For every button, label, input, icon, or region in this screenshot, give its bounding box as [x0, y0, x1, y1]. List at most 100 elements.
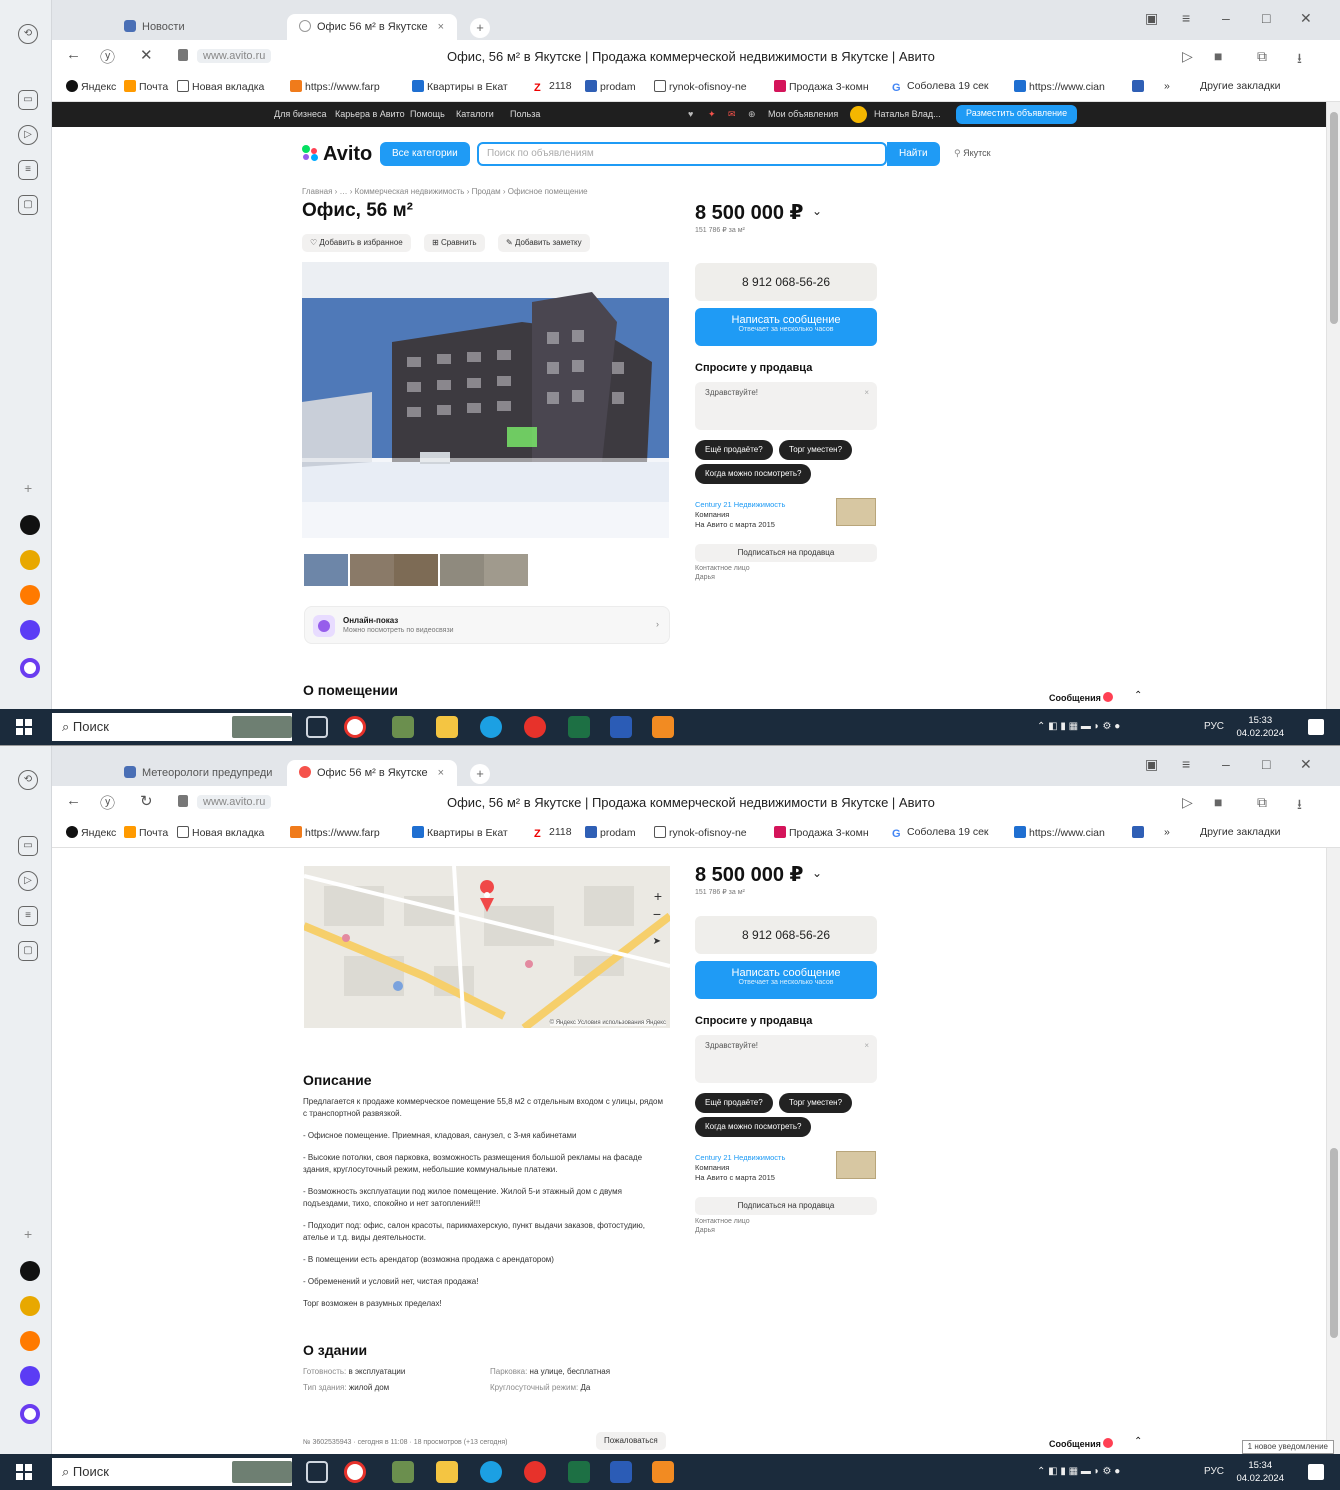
messages-icon[interactable]: ✉ — [728, 109, 736, 120]
bookmarks-panel-icon[interactable]: ▣ — [1145, 756, 1158, 773]
notifications-icon[interactable]: ✦ — [708, 109, 716, 120]
add-panel-icon[interactable]: + — [24, 480, 32, 496]
url-domain[interactable]: www.avito.ru — [197, 49, 272, 63]
bookmarks-more[interactable]: » — [1164, 826, 1170, 838]
collections-icon[interactable]: ▭ — [18, 90, 38, 110]
link-help[interactable]: Помощь — [410, 109, 445, 119]
thumbnail[interactable] — [304, 554, 348, 586]
maximize-icon[interactable]: □ — [1262, 756, 1270, 772]
minimize-icon[interactable]: – — [1222, 756, 1230, 772]
app-orange-icon[interactable] — [20, 585, 40, 605]
post-ad-button[interactable]: Разместить объявление — [956, 105, 1078, 124]
notification-center-icon[interactable] — [1308, 1464, 1324, 1480]
ask-seller-input[interactable]: Здравствуйте! × — [695, 1035, 877, 1083]
thumbnail[interactable] — [350, 554, 394, 586]
messages-widget[interactable]: Сообщения — [1049, 692, 1114, 703]
bookmark-item[interactable]: https://www.farp — [290, 826, 380, 839]
page-scrollbar[interactable] — [1326, 102, 1340, 709]
stop-loading-icon[interactable]: ✕ — [140, 46, 153, 64]
app-purple-icon[interactable] — [20, 620, 40, 640]
add-panel-icon[interactable]: + — [24, 1226, 32, 1242]
location-map[interactable]: + − ➤ © Яндекс Условия использования Янд… — [304, 866, 670, 1028]
bookmark-item[interactable]: Новая вкладка — [177, 80, 264, 93]
yandex-logo-icon[interactable]: ⓨ — [100, 792, 115, 813]
app-icon[interactable] — [392, 1461, 414, 1483]
phone-button[interactable]: 8 912 068-56-26 — [695, 916, 877, 954]
compare-button[interactable]: ⊞ Сравнить — [424, 234, 485, 252]
quick-question-chip[interactable]: Когда можно посмотреть? — [695, 1117, 812, 1137]
maximize-icon[interactable]: □ — [1262, 10, 1270, 26]
app-icon[interactable] — [392, 716, 414, 738]
language-indicator[interactable]: РУС — [1204, 1466, 1224, 1477]
bookmarks-more[interactable]: » — [1164, 80, 1170, 92]
subscribe-seller-button[interactable]: Подписаться на продавца — [695, 544, 877, 562]
avito-logo[interactable]: Avito — [302, 143, 372, 166]
yandex-browser-icon[interactable] — [344, 716, 366, 738]
bookmark-item[interactable]: G Соболева 19 сек — [892, 826, 989, 840]
link-career[interactable]: Карьера в Авито — [335, 109, 405, 119]
bookmarks-panel-icon[interactable]: ▣ — [1145, 10, 1158, 27]
language-indicator[interactable]: РУС — [1204, 721, 1224, 732]
yandex-logo-icon[interactable]: ⓨ — [100, 46, 115, 67]
bookmark-item[interactable] — [1132, 80, 1147, 93]
quick-question-chip[interactable]: Ещё продаёте? — [695, 1093, 773, 1113]
bookmark-icon[interactable]: ■ — [1214, 48, 1222, 64]
quick-question-chip[interactable]: Торг уместен? — [779, 440, 853, 460]
zoom-out-button[interactable]: − — [653, 906, 661, 922]
bookmark-item[interactable]: https://www.farp — [290, 80, 380, 93]
download-icon[interactable]: ⭳ — [1297, 48, 1302, 72]
bookmark-item[interactable]: Квартиры в Екат — [412, 826, 508, 839]
bookmark-item[interactable]: Продажа 3-комн — [774, 826, 869, 839]
tab-avito-office[interactable]: Офис 56 м² в Якутске × — [287, 14, 457, 40]
location-link[interactable]: ⚲ Якутск — [954, 148, 991, 159]
seller-info[interactable]: Century 21 Недвижимость Компания На Авито … — [695, 500, 785, 530]
thumbnail[interactable] — [440, 554, 484, 586]
excel-icon[interactable] — [568, 1461, 590, 1483]
word-icon[interactable] — [610, 1461, 632, 1483]
yandex-browser-icon[interactable] — [344, 1461, 366, 1483]
back-icon[interactable]: ← — [66, 792, 81, 809]
user-name[interactable]: Наталья Влад... — [874, 109, 941, 119]
app-black-icon[interactable] — [20, 1261, 40, 1281]
seller-logo[interactable] — [836, 498, 876, 526]
find-button[interactable]: Найти — [887, 142, 940, 166]
tab-news[interactable]: Метеорологи предупреди — [112, 760, 282, 786]
play-icon[interactable]: ▷ — [18, 871, 38, 891]
subscribe-seller-button[interactable]: Подписаться на продавца — [695, 1197, 877, 1215]
app-purple-icon[interactable] — [20, 1366, 40, 1386]
chevron-down-icon[interactable]: ⌄ — [812, 866, 822, 880]
tab-close-icon[interactable]: × — [438, 21, 444, 33]
scrollbar-thumb[interactable] — [1330, 1148, 1338, 1338]
file-explorer-icon[interactable] — [436, 1461, 458, 1483]
page-title[interactable]: Офис, 56 м² в Якутске | Продажа коммерче… — [447, 49, 935, 64]
seller-info[interactable]: Century 21 Недвижимость Компания На Авито … — [695, 1153, 785, 1183]
bookmark-item[interactable]: rynok-ofisnoy-ne — [654, 80, 747, 93]
app-alice-icon[interactable] — [20, 658, 40, 678]
bookmark-item[interactable]: Новая вкладка — [177, 826, 264, 839]
tab-close-icon[interactable]: × — [438, 767, 444, 779]
new-tab-button[interactable]: + — [470, 764, 490, 784]
notes-icon[interactable]: ≡ — [18, 906, 38, 926]
phone-button[interactable]: 8 912 068-56-26 — [695, 263, 877, 301]
bookmark-item[interactable]: https://www.cian — [1014, 826, 1105, 839]
my-ads-link[interactable]: Мои объявления — [768, 109, 838, 119]
page-title[interactable]: Офис, 56 м² в Якутске | Продажа коммерче… — [447, 795, 935, 810]
bookmark-item[interactable]: G Соболева 19 сек — [892, 80, 989, 94]
edge-icon[interactable] — [480, 1461, 502, 1483]
quick-question-chip[interactable]: Когда можно посмотреть? — [695, 464, 812, 484]
zoom-in-button[interactable]: + — [654, 888, 662, 904]
link-catalogs[interactable]: Каталоги — [456, 109, 494, 119]
scrollbar-thumb[interactable] — [1330, 112, 1338, 324]
map-credits[interactable]: © Яндекс Условия использования Яндекс — [549, 1020, 666, 1026]
widget-icon[interactable]: ▢ — [18, 195, 38, 215]
menu-icon[interactable]: ≡ — [1182, 756, 1190, 772]
history-icon[interactable]: ⟲ — [18, 24, 38, 44]
windows-start-icon[interactable] — [16, 719, 32, 735]
app-orange-task-icon[interactable] — [652, 716, 674, 738]
listing-photo[interactable] — [302, 262, 669, 538]
history-icon[interactable]: ⟲ — [18, 770, 38, 790]
all-categories-button[interactable]: Все категории — [380, 142, 470, 166]
close-window-icon[interactable]: ✕ — [1300, 756, 1312, 773]
task-view-icon[interactable] — [306, 716, 328, 738]
tray-icons[interactable]: ⌃ ◧ ▮ ▦ ▬ ◗ ⚙ ● — [1037, 1466, 1120, 1477]
